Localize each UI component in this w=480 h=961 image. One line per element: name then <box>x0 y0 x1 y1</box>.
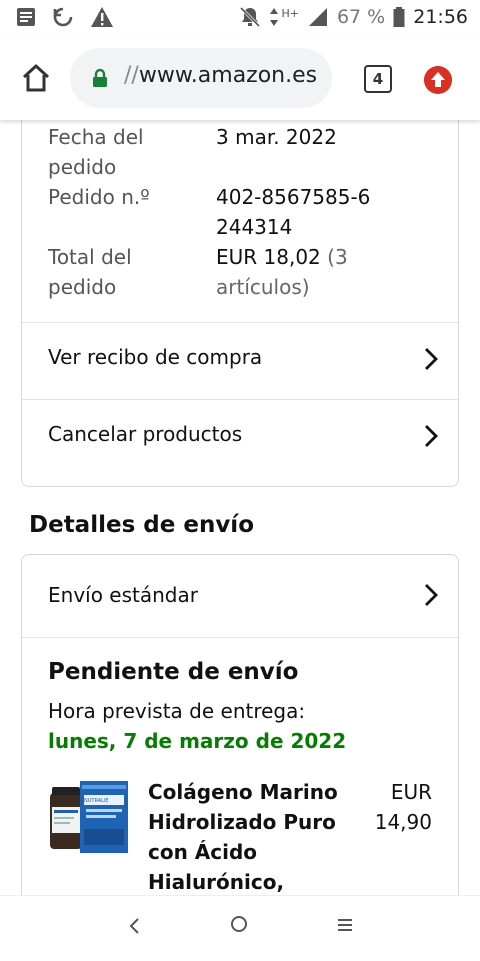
tab-switcher-button[interactable]: 4 <box>364 65 392 93</box>
signal-icon <box>308 8 327 26</box>
chevron-right-icon <box>425 584 438 606</box>
view-receipt-label: Ver recibo de compra <box>48 345 263 369</box>
order-number-value: 402-8567585-6244314 <box>216 185 371 239</box>
lock-icon <box>93 68 107 87</box>
network-type: H+ <box>281 6 299 20</box>
battery-percent: 67 % <box>336 6 386 28</box>
product-brand-text: NUTRALIE <box>84 798 109 804</box>
url-text: //www.amazon.es <box>124 63 318 88</box>
home-icon[interactable] <box>20 62 52 94</box>
order-total-amount: EUR 18,02 <box>216 245 321 269</box>
product-price-value: 14,90 <box>374 810 432 834</box>
order-date-value: 3 mar. 2022 <box>216 125 337 149</box>
shipping-method-row[interactable]: Envío estándar <box>22 555 458 638</box>
clock: 21:56 <box>413 6 468 28</box>
shipping-card: Envío estándar Pendiente de envío Hora p… <box>21 554 459 895</box>
shipping-method-label: Envío estándar <box>48 583 198 607</box>
order-summary-card: Fecha del pedido 3 mar. 2022 Pedido n.º … <box>21 120 459 487</box>
order-number-label: Pedido n.º <box>48 185 150 209</box>
battery-icon <box>393 7 405 27</box>
update-arrow-icon[interactable] <box>424 66 452 94</box>
chevron-right-icon <box>425 425 438 447</box>
cancel-items-row[interactable]: Cancelar productos <box>22 399 458 476</box>
recents-menu-icon[interactable] <box>338 918 352 932</box>
eta-label: Hora prevista de entrega: <box>48 699 306 723</box>
view-receipt-row[interactable]: Ver recibo de compra <box>22 322 458 399</box>
page-content: Fecha del pedido 3 mar. 2022 Pedido n.º … <box>0 120 480 895</box>
order-total-value: EUR 18,02 (3 artículos) <box>216 242 426 302</box>
product-name[interactable]: Colágeno Marino Hidrolizado Puro con Áci… <box>148 777 348 895</box>
shipping-section-title: Detalles de envío <box>29 512 254 538</box>
cancel-items-label: Cancelar productos <box>48 422 243 446</box>
shipment-status: Pendiente de envío <box>48 659 299 685</box>
system-nav-bar <box>0 895 480 961</box>
product-price: EUR 14,90 <box>375 777 432 837</box>
address-bar[interactable]: //www.amazon.es <box>70 48 332 108</box>
status-notifications <box>16 6 114 28</box>
data-arrows-icon <box>270 8 279 26</box>
mute-bell-icon <box>240 6 261 28</box>
status-bar: H+ 67 % 21:56 <box>0 0 480 38</box>
warning-icon <box>91 7 113 27</box>
chevron-right-icon <box>425 348 438 370</box>
product-image[interactable]: NUTRALIE <box>48 779 130 855</box>
home-circle-icon[interactable] <box>231 916 247 932</box>
status-system: H+ 67 % 21:56 <box>239 6 468 28</box>
product-price-currency: EUR <box>390 780 432 804</box>
order-date-label: Fecha del pedido <box>48 125 144 179</box>
browser-toolbar: //www.amazon.es 4 <box>0 38 480 120</box>
sync-icon <box>53 7 73 27</box>
eta-date: lunes, 7 de marzo de 2022 <box>48 729 347 753</box>
notes-icon <box>17 8 35 26</box>
back-icon[interactable] <box>128 916 140 936</box>
order-total-label: Total del pedido <box>48 245 132 299</box>
